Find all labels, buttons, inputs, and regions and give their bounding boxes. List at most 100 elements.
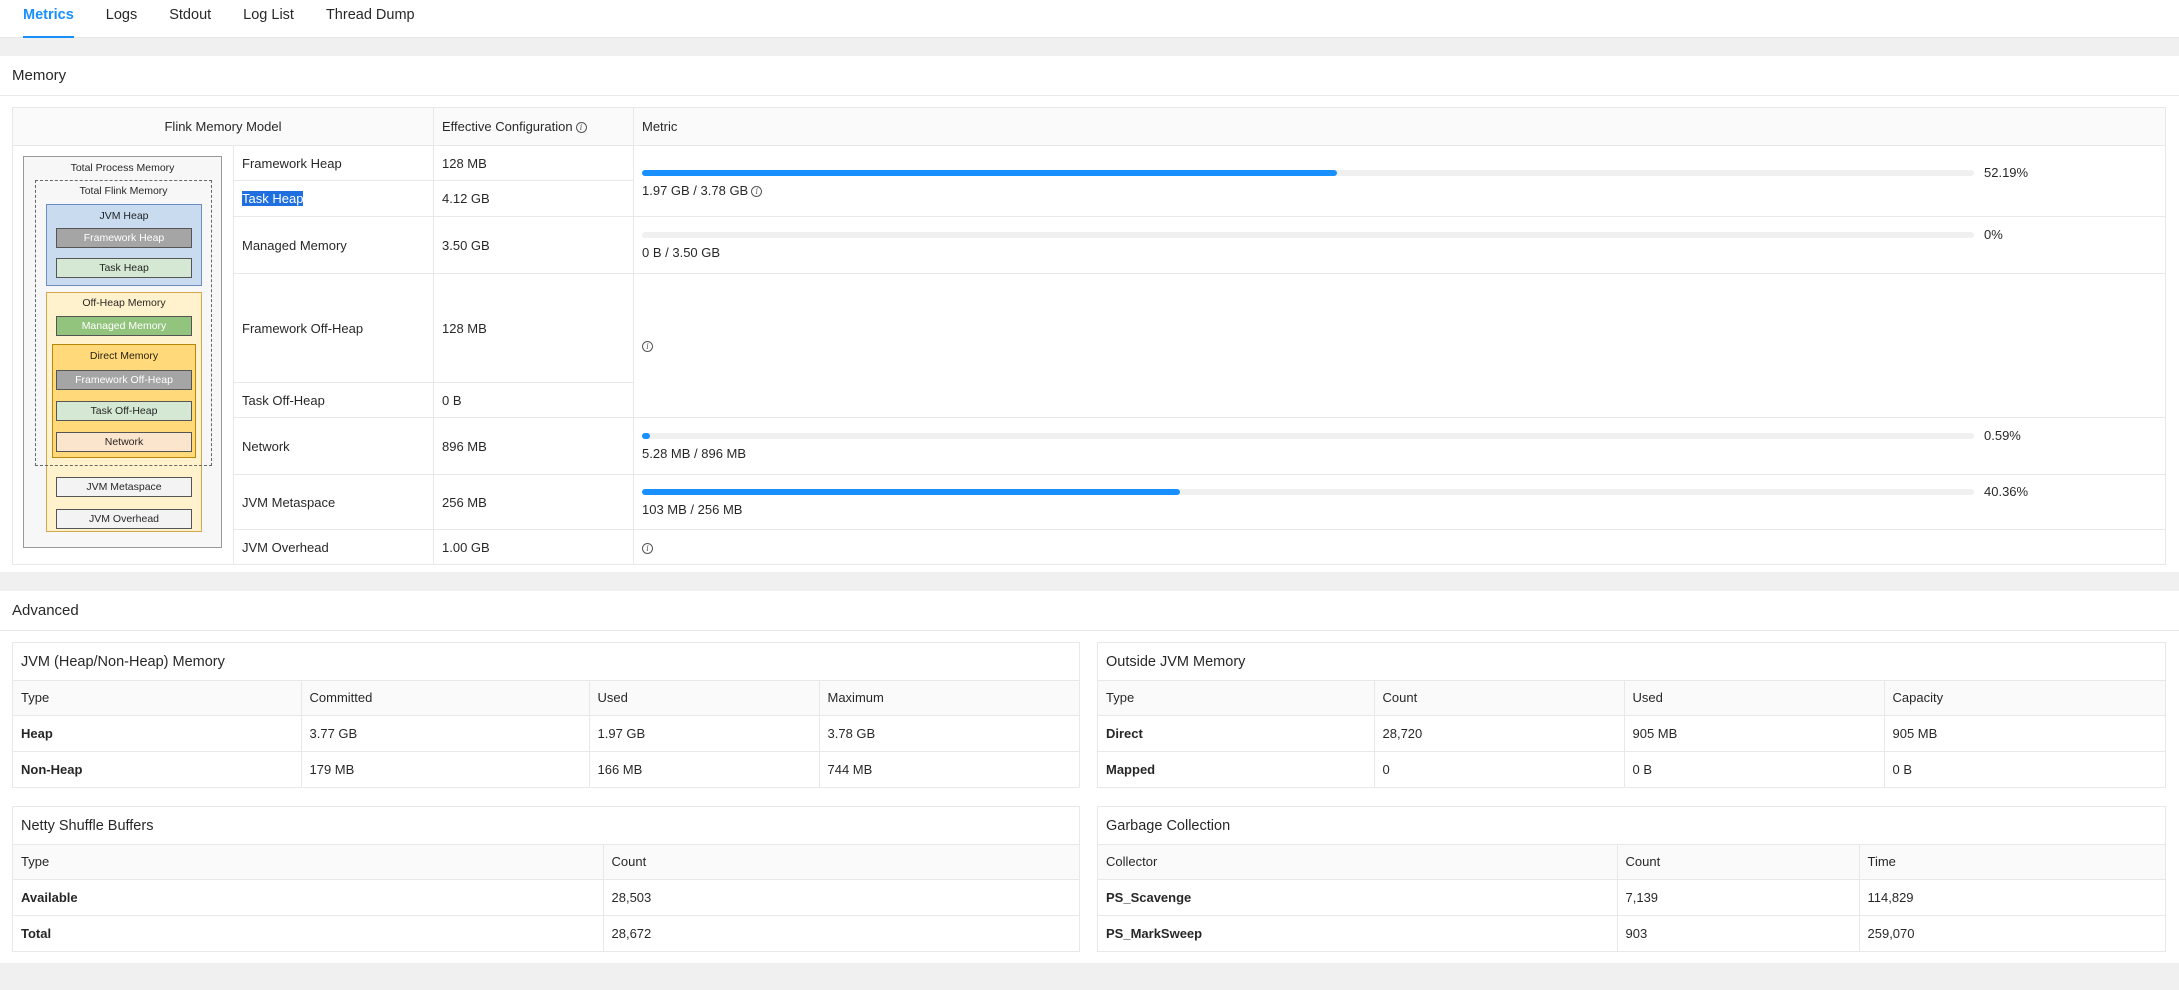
jvm-metaspace-box: JVM Metaspace xyxy=(56,477,192,497)
advanced-title: Advanced xyxy=(0,591,2179,631)
network-progress-fill xyxy=(642,433,650,439)
info-icon[interactable]: i xyxy=(751,186,763,198)
metric-network: 0.59% 5.28 MB / 896 MB xyxy=(633,417,2166,475)
info-icon[interactable]: i xyxy=(642,341,653,353)
heap-progress-text: 1.97 GB / 3.78 GB xyxy=(642,183,749,198)
col-header: Count xyxy=(603,845,1079,880)
cell: 905 MB xyxy=(1884,715,2165,752)
row-name: Managed Memory xyxy=(233,216,434,274)
table-row: Total 28,672 xyxy=(13,915,1079,951)
metaspace-progress-fill xyxy=(642,489,1180,495)
header-effective-config-label: Effective Configuration xyxy=(442,119,573,134)
col-header: Used xyxy=(1624,681,1885,716)
netty-buffers-table: Type Count Available 28,503 Total 28,672 xyxy=(13,845,1079,951)
cell: 744 MB xyxy=(827,761,873,777)
cell: 28,503 xyxy=(603,879,1079,916)
cell: Mapped xyxy=(1098,751,1375,787)
cell: 7,139 xyxy=(1617,879,1860,916)
table-row: Heap 3.77 GB 1.97 GB 3.78 GB xyxy=(13,715,1079,752)
cell: 179 MB xyxy=(301,751,590,787)
network-progress-track xyxy=(642,433,1974,439)
jvm-memory-card: JVM (Heap/Non-Heap) Memory Type Committe… xyxy=(12,642,1080,788)
row-name-selected: Task Heap xyxy=(242,191,304,206)
advanced-card: Advanced JVM (Heap/Non-Heap) Memory Type… xyxy=(0,591,2179,963)
cell: Total xyxy=(13,915,604,951)
cell: 0 B xyxy=(1624,751,1885,787)
row-name: Task Off-Heap xyxy=(233,382,434,418)
managed-progress: 0% 0 B / 3.50 GB xyxy=(642,217,2157,273)
jvm-heap-label: JVM Heap xyxy=(99,210,149,222)
cell: 3.77 GB xyxy=(301,715,590,752)
header-memory-model: Flink Memory Model xyxy=(12,107,434,146)
info-icon[interactable]: i xyxy=(642,542,653,554)
garbage-collection-title: Garbage Collection xyxy=(1098,807,2165,845)
row-value: 3.50 GB xyxy=(433,216,634,274)
memory-card: Memory Flink Memory Model Effective Conf… xyxy=(0,56,2179,572)
row-value: 4.12 GB xyxy=(433,180,634,217)
cell: Available xyxy=(13,879,604,916)
total-flink-label: Total Flink Memory xyxy=(79,185,168,197)
outside-jvm-card: Outside JVM Memory Type Count Used Capac… xyxy=(1097,642,2166,788)
task-off-heap-box: Task Off-Heap xyxy=(56,401,192,421)
tab-bar: Metrics Logs Stdout Log List Thread Dump xyxy=(0,0,2179,38)
garbage-collection-card: Garbage Collection Collector Count Time … xyxy=(1097,806,2166,952)
cell: Direct xyxy=(1098,715,1375,752)
task-heap-box: Task Heap xyxy=(56,258,192,278)
tab-stdout[interactable]: Stdout xyxy=(169,0,211,37)
cell: 3.78 GB xyxy=(819,715,1079,752)
header-effective-config: Effective Configuration i xyxy=(433,107,634,146)
table-row: Non-Heap 179 MB 166 MB 744 MB xyxy=(13,751,1079,787)
col-header: Time xyxy=(1859,845,2165,880)
heap-progress-percent: 52.19% xyxy=(1984,165,2029,180)
total-process-label: Total Process Memory xyxy=(70,162,175,174)
col-header: Count xyxy=(1617,845,1860,880)
heap-progress-fill xyxy=(642,170,1338,176)
network-progress-percent: 0.59% xyxy=(1984,428,2021,443)
row-value: 128 MB xyxy=(433,273,634,383)
tab-log-list[interactable]: Log List xyxy=(243,0,294,37)
cell: 166 MB xyxy=(589,751,820,787)
jvm-memory-table: Type Committed Used Maximum Heap 3.77 GB… xyxy=(13,681,1079,787)
tab-logs[interactable]: Logs xyxy=(106,0,137,37)
row-value: 128 MB xyxy=(433,145,634,181)
col-header: Capacity xyxy=(1884,681,2165,716)
metric-metaspace: 40.36% 103 MB / 256 MB xyxy=(633,474,2166,530)
table-row: Available 28,503 xyxy=(13,879,1079,916)
row-name: Task Heap xyxy=(233,180,434,217)
metaspace-progress: 40.36% 103 MB / 256 MB xyxy=(642,475,2157,529)
cell: 0 xyxy=(1374,751,1625,787)
header-metric: Metric xyxy=(633,107,2166,146)
row-name: JVM Metaspace xyxy=(233,474,434,530)
table-row: PS_Scavenge 7,139 114,829 xyxy=(1098,879,2165,916)
garbage-collection-table: Collector Count Time PS_Scavenge 7,139 1… xyxy=(1098,845,2165,951)
cell: 28,720 xyxy=(1374,715,1625,752)
col-header: Collector xyxy=(1098,845,1618,880)
direct-memory-label: Direct Memory xyxy=(89,350,159,362)
table-row: Mapped 0 0 B 0 B xyxy=(1098,751,2165,787)
table-row: Direct 28,720 905 MB 905 MB xyxy=(1098,715,2165,752)
info-icon[interactable]: i xyxy=(575,122,587,134)
col-header: Type xyxy=(13,845,604,880)
managed-progress-percent: 0% xyxy=(1984,227,2003,242)
metaspace-progress-percent: 40.36% xyxy=(1984,484,2029,499)
col-header: Used xyxy=(589,681,820,716)
row-value: 896 MB xyxy=(433,417,634,475)
off-heap-label: Off-Heap Memory xyxy=(82,297,166,309)
managed-progress-text: 0 B / 3.50 GB xyxy=(642,245,721,260)
tab-metrics[interactable]: Metrics xyxy=(23,0,74,38)
memory-table: Flink Memory Model Effective Configurati… xyxy=(12,107,2166,565)
heap-progress-track xyxy=(642,170,1974,176)
outside-jvm-title: Outside JVM Memory xyxy=(1098,643,2165,681)
netty-buffers-title: Netty Shuffle Buffers xyxy=(13,807,1079,845)
metaspace-progress-track xyxy=(642,489,1974,495)
row-value: 1.00 GB xyxy=(433,529,634,565)
memory-title: Memory xyxy=(0,56,2179,96)
cell: 1.97 GB xyxy=(589,715,820,752)
table-row: PS_MarkSweep 903 259,070 xyxy=(1098,915,2165,951)
col-header: Committed xyxy=(301,681,590,716)
memory-diagram: Total Process Memory Total Flink Memory … xyxy=(13,146,233,554)
cell: 0 B xyxy=(1892,761,1913,777)
network-progress-text: 5.28 MB / 896 MB xyxy=(642,446,747,461)
cell: 114,829 xyxy=(1859,879,2165,916)
tab-thread-dump[interactable]: Thread Dump xyxy=(326,0,415,37)
